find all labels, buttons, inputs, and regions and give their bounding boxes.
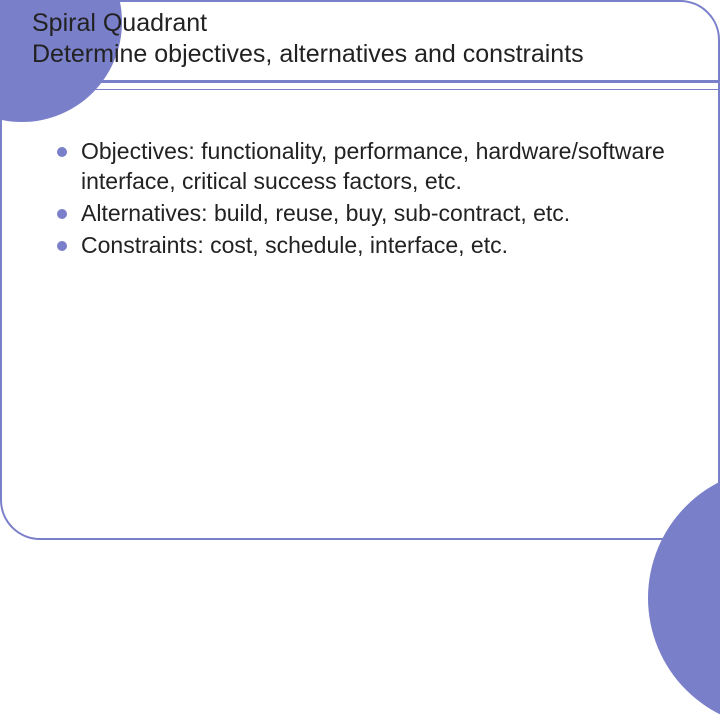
bullet-icon (57, 241, 67, 251)
bullet-icon (57, 209, 67, 219)
title-underline-thin (2, 89, 718, 90)
bullet-text: Alternatives: build, reuse, buy, sub-con… (81, 199, 570, 229)
list-item: Objectives: functionality, performance, … (57, 137, 678, 197)
content-area: Objectives: functionality, performance, … (57, 137, 678, 263)
title-block: Spiral Quadrant Determine objectives, al… (32, 8, 688, 71)
bullet-icon (57, 147, 67, 157)
list-item: Constraints: cost, schedule, interface, … (57, 231, 678, 261)
title-underline-thick (2, 80, 718, 83)
bottom-decoration (648, 468, 720, 728)
bullet-text: Objectives: functionality, performance, … (81, 137, 678, 197)
title-line-2: Determine objectives, alternatives and c… (32, 39, 688, 70)
bullet-text: Constraints: cost, schedule, interface, … (81, 231, 508, 261)
slide-frame: Spiral Quadrant Determine objectives, al… (0, 0, 720, 540)
title-line-1: Spiral Quadrant (32, 8, 688, 39)
list-item: Alternatives: build, reuse, buy, sub-con… (57, 199, 678, 229)
